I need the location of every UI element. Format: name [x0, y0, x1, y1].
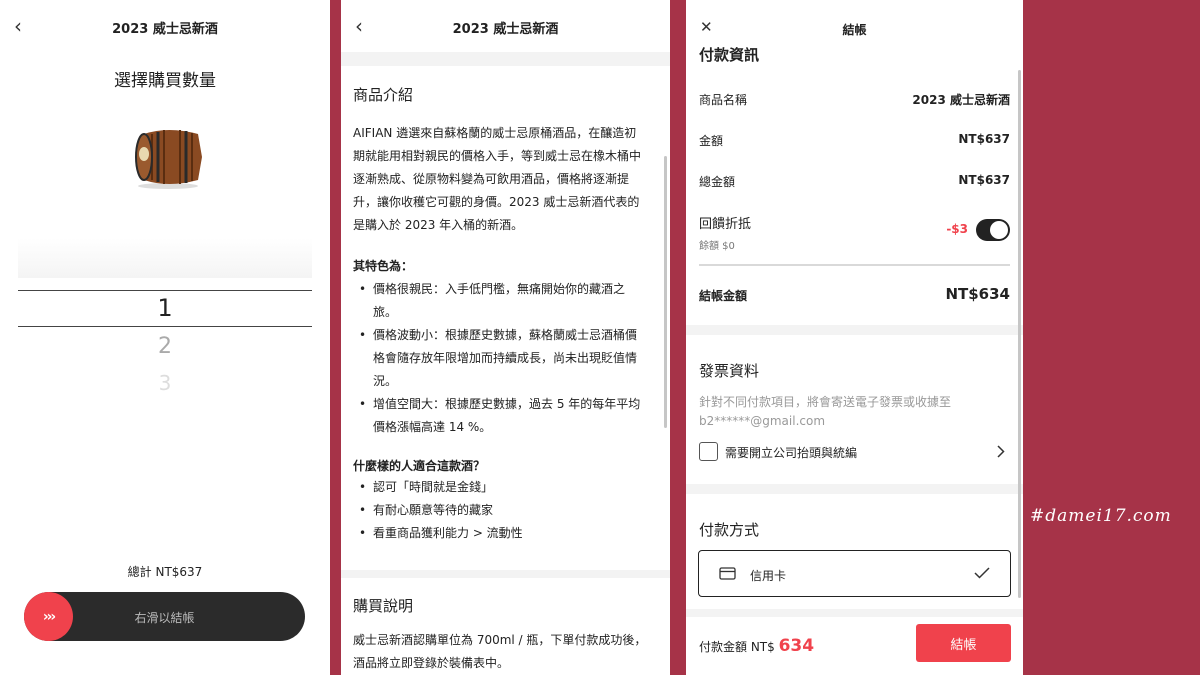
- payinfo-title: 付款資訊: [699, 46, 760, 64]
- total-label: 總計 NT$637: [127, 565, 203, 579]
- picker-fade: [18, 238, 312, 278]
- row-value: NT$637: [958, 173, 1010, 187]
- picker-option[interactable]: 2: [0, 334, 330, 359]
- purchase-text: 威士忌新酒認購單位為 700ml / 瓶，下單付款成功後， 酒品將立即登錄於裝備…: [353, 629, 658, 675]
- purchase-title: 購買說明: [353, 597, 414, 615]
- page-title: 2023 威士忌新酒: [452, 22, 559, 37]
- picker-top-line: [18, 290, 312, 291]
- divider: [699, 264, 1010, 266]
- invoice-title: 發票資料: [699, 362, 760, 380]
- list-item: 有耐心願意等待的藏家: [353, 499, 658, 522]
- product-name-row: 商品名稱 2023 威士忌新酒: [699, 91, 1010, 108]
- pay-amount-value: 634: [778, 636, 815, 656]
- row-label: 結帳金額: [699, 289, 748, 303]
- features-list: 價格很親民：入手低門檻，無痛開始你的藏酒之旅。 價格波動小：根據歷史數據，蘇格蘭…: [353, 278, 658, 439]
- who-title: 什麼樣的人適合這款酒？: [353, 459, 486, 473]
- row-label: 總金額: [699, 175, 736, 189]
- scrollbar[interactable]: [1018, 70, 1021, 598]
- rebate-value: -$3: [946, 222, 968, 236]
- row-value: 2023 威士忌新酒: [912, 93, 1010, 107]
- picker-option[interactable]: 3: [0, 371, 330, 395]
- row-value: NT$637: [958, 132, 1010, 146]
- header: ‹ 2023 威士忌新酒: [0, 0, 330, 52]
- product-detail-screen: ‹ 2023 威士忌新酒 商品介紹 AIFIAN 遴選來自蘇格蘭的威士忌原桶酒品…: [341, 0, 670, 675]
- intro-line: AIFIAN 遴選來自蘇格蘭的威士忌原桶酒品，在釀造初: [353, 126, 637, 140]
- picker-bottom-line: [18, 326, 312, 327]
- rebate-toggle[interactable]: [976, 219, 1010, 241]
- section-separator: [686, 484, 1023, 494]
- row-value: NT$634: [945, 285, 1010, 303]
- checkmark-icon: [974, 567, 990, 579]
- row-label: 商品名稱: [699, 93, 748, 107]
- paymethod-title: 付款方式: [699, 521, 760, 539]
- final-amount-row: 結帳金額 NT$634: [699, 285, 1010, 304]
- triple-chevron-icon: ›››: [42, 608, 56, 625]
- amount-row: 金額 NT$637: [699, 132, 1010, 149]
- features-title: 其特色為：: [353, 259, 414, 273]
- slide-handle[interactable]: ›››: [24, 592, 73, 641]
- company-checkbox-label[interactable]: 需要開立公司抬頭與統編: [725, 444, 857, 461]
- page-title: 2023 威士忌新酒: [112, 22, 218, 37]
- product-intro-card: 商品介紹 AIFIAN 遴選來自蘇格蘭的威士忌原桶酒品，在釀造初 期就能用相對親…: [341, 66, 670, 570]
- intro-line: 逐漸熟成、從原物料變為可飲用酒品，價格將逐漸提: [353, 172, 630, 186]
- checkout-screen: ✕ 結帳 付款資訊 商品名稱 2023 威士忌新酒 金額 NT$637 總金額 …: [686, 0, 1023, 675]
- intro-line: 期就能用相對親民的價格入手，等到威士忌在橡木桶中: [353, 149, 642, 163]
- intro-title: 商品介紹: [353, 86, 414, 104]
- purchase-line: 威士忌新酒認購單位為 700ml / 瓶，下單付款成功後，: [353, 633, 647, 647]
- pay-amount: 付款金額 NT$ 634: [699, 636, 814, 656]
- purchase-info-card: 購買說明 威士忌新酒認購單位為 700ml / 瓶，下單付款成功後， 酒品將立即…: [341, 578, 670, 675]
- chevron-right-icon[interactable]: [997, 445, 1005, 458]
- header: ‹ 2023 威士忌新酒: [341, 0, 670, 52]
- rebate-row: 回饋折抵 餘額 $0 -$3: [699, 213, 1010, 252]
- quantity-screen: ‹ 2023 威士忌新酒 選擇購買數量 1 2 3 總計 NT$637 右滑以結…: [0, 0, 330, 675]
- payment-option-credit-card[interactable]: 信用卡: [698, 550, 1011, 597]
- intro-line: 是購入於 2023 年入桶的新酒。: [353, 218, 524, 232]
- whisky-barrel-image: [135, 130, 202, 189]
- list-item: 價格波動小：根據歷史數據，蘇格蘭威士忌酒桶價格會隨存放年限增加而持續成長，尚未出…: [353, 324, 658, 393]
- company-checkbox[interactable]: [699, 442, 718, 461]
- section-separator: [686, 325, 1023, 335]
- scrollbar[interactable]: [664, 156, 667, 428]
- list-item: 看重商品獲利能力 > 流動性: [353, 522, 658, 545]
- section-separator: [686, 609, 1023, 617]
- slide-to-checkout[interactable]: 右滑以結帳 ›››: [24, 592, 305, 641]
- pay-amount-label: 付款金額 NT$: [699, 640, 775, 654]
- list-item: 增值空間大：根據歷史數據，過去 5 年的每年平均價格漲幅高達 14 %。: [353, 393, 658, 439]
- total-amount-row: 總金額 NT$637: [699, 173, 1010, 190]
- row-label: 回饋折抵: [699, 217, 752, 232]
- intro-text: AIFIAN 遴選來自蘇格蘭的威士忌原桶酒品，在釀造初 期就能用相對親民的價格入…: [353, 122, 658, 237]
- intro-line: 升，讓你收穫它可觀的身價。2023 威士忌新酒代表的: [353, 195, 640, 209]
- payment-option-label: 信用卡: [750, 569, 787, 583]
- row-label: 金額: [699, 134, 724, 148]
- list-item: 認可「時間就是金錢」: [353, 476, 658, 499]
- quantity-heading: 選擇購買數量: [114, 71, 216, 91]
- watermark: #damei17.com: [1030, 506, 1172, 526]
- picker-option-selected[interactable]: 1: [0, 294, 330, 322]
- purchase-line: 酒品將立即登錄於裝備表中。: [353, 656, 510, 670]
- rebate-balance: 餘額 $0: [699, 241, 735, 252]
- header: ✕ 結帳: [686, 0, 1023, 44]
- invoice-note: 針對不同付款項目，將會寄送電子發票或收據至 b2******@gmail.com: [699, 395, 952, 428]
- list-item: 價格很親民：入手低門檻，無痛開始你的藏酒之旅。: [353, 278, 658, 324]
- who-list: 認可「時間就是金錢」 有耐心願意等待的藏家 看重商品獲利能力 > 流動性: [353, 476, 658, 545]
- credit-card-icon: [719, 567, 736, 580]
- checkout-button[interactable]: 結帳: [916, 624, 1011, 662]
- page-title: 結帳: [842, 23, 867, 37]
